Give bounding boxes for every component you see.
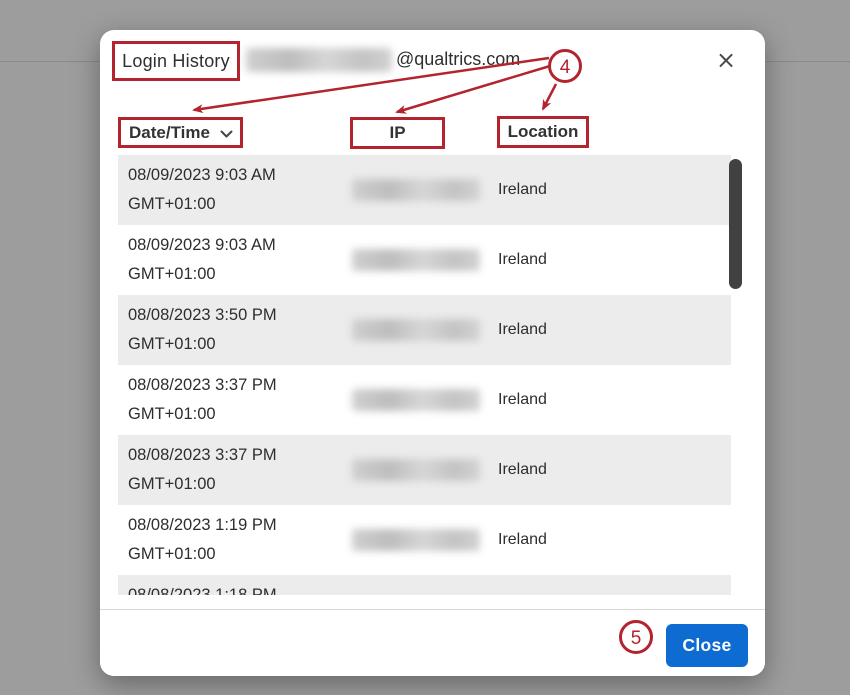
table-header-row: Date/Time IP Location	[100, 88, 765, 155]
column-label-datetime: Date/Time	[129, 123, 210, 143]
redacted-ip	[352, 459, 480, 481]
login-history-table: 08/09/2023 9:03 AM GMT+01:00 Ireland 08/…	[100, 155, 765, 595]
column-header-location[interactable]: Location	[508, 122, 579, 142]
login-row: 08/08/2023 1:19 PM GMT+01:00 Ireland	[118, 505, 731, 575]
redacted-ip	[352, 389, 480, 411]
login-timezone: GMT+01:00	[128, 260, 276, 289]
scrollbar-thumb[interactable]	[729, 159, 742, 289]
login-timezone: GMT+01:00	[128, 190, 276, 219]
column-label-location: Location	[508, 122, 579, 142]
login-location: Ireland	[498, 225, 547, 295]
dialog-header: Login History @qualtrics.com ×	[100, 30, 765, 89]
close-button[interactable]: Close	[666, 624, 748, 667]
login-timezone: GMT+01:00	[128, 330, 277, 359]
login-datetime: 08/08/2023 3:50 PM	[128, 301, 277, 330]
annotation-box-location: Location	[497, 116, 589, 148]
chevron-down-icon	[220, 123, 233, 143]
column-label-ip: IP	[389, 123, 405, 143]
login-datetime: 08/08/2023 3:37 PM	[128, 371, 277, 400]
login-row-partial: 08/08/2023 1:18 PM	[118, 575, 731, 595]
column-header-datetime[interactable]: Date/Time	[129, 123, 233, 143]
redacted-username	[246, 48, 392, 72]
login-timezone: GMT+01:00	[128, 400, 277, 429]
annotation-box-datetime: Date/Time	[118, 117, 243, 148]
redacted-ip	[352, 179, 480, 201]
login-location: Ireland	[498, 155, 547, 225]
login-timezone: GMT+01:00	[128, 540, 277, 569]
login-location: Ireland	[498, 365, 547, 435]
column-header-ip[interactable]: IP	[389, 123, 405, 143]
annotation-box-title: Login History	[112, 41, 240, 81]
redacted-ip	[352, 249, 480, 271]
login-datetime: 08/08/2023 3:37 PM	[128, 441, 277, 470]
login-datetime: 08/09/2023 9:03 AM	[128, 231, 276, 260]
login-datetime: 08/09/2023 9:03 AM	[128, 161, 276, 190]
redacted-ip	[352, 529, 480, 551]
login-timezone: GMT+01:00	[128, 470, 277, 499]
login-row: 08/08/2023 3:37 PM GMT+01:00 Ireland	[118, 435, 731, 505]
dialog-footer: Close	[100, 609, 765, 676]
login-row: 08/09/2023 9:03 AM GMT+01:00 Ireland	[118, 225, 731, 295]
login-location: Ireland	[498, 505, 547, 575]
login-row: 08/09/2023 9:03 AM GMT+01:00 Ireland	[118, 155, 731, 225]
login-history-dialog: Login History @qualtrics.com × Date/Time…	[100, 30, 765, 676]
login-location: Ireland	[498, 435, 547, 505]
annotation-box-ip: IP	[350, 117, 445, 149]
email-domain: @qualtrics.com	[396, 30, 520, 88]
login-datetime: 08/08/2023 1:18 PM	[128, 581, 277, 595]
login-datetime: 08/08/2023 1:19 PM	[128, 511, 277, 540]
login-row: 08/08/2023 3:37 PM GMT+01:00 Ireland	[118, 365, 731, 435]
login-location: Ireland	[498, 295, 547, 365]
redacted-ip	[352, 319, 480, 341]
close-icon[interactable]: ×	[711, 45, 741, 75]
dialog-title: Login History	[122, 51, 230, 72]
login-row: 08/08/2023 3:50 PM GMT+01:00 Ireland	[118, 295, 731, 365]
